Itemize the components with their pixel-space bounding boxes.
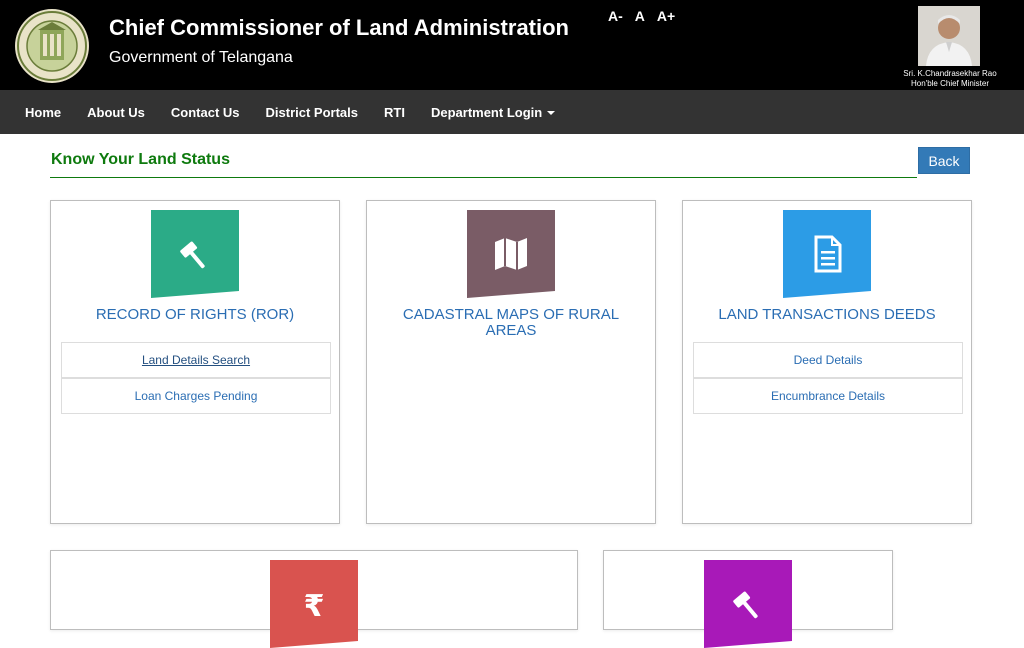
land-details-search-label: Land Details Search — [141, 353, 251, 367]
site-header: Chief Commissioner of Land Administratio… — [0, 0, 1024, 90]
land-details-search-link[interactable]: Land Details Search — [61, 342, 331, 378]
site-subtitle: Government of Telangana — [109, 49, 293, 66]
nav-home[interactable]: Home — [12, 105, 74, 120]
card-icon-tile — [783, 210, 871, 298]
font-increase-button[interactable]: A+ — [657, 8, 675, 24]
document-icon — [814, 235, 842, 273]
card-revenue[interactable]: ₹ — [50, 550, 578, 648]
nav-department-login-label: Department Login — [430, 104, 543, 120]
site-title: Chief Commissioner of Land Administratio… — [109, 15, 569, 40]
card-title: RECORD OF RIGHTS (ROR) — [95, 306, 295, 323]
font-reset-button[interactable]: A — [635, 8, 645, 24]
card-land-transactions-deeds: LAND TRANSACTIONS DEEDS Deed Details Enc… — [682, 200, 972, 524]
card-icon-tile: ₹ — [270, 560, 358, 648]
page-title: Know Your Land Status — [51, 151, 230, 168]
back-button[interactable]: Back — [918, 147, 970, 174]
nav-rti[interactable]: RTI — [371, 105, 418, 120]
loan-charges-pending-label: Loan Charges Pending — [134, 389, 258, 403]
nav-district-portals[interactable]: District Portals — [253, 105, 371, 120]
nav-contact-us[interactable]: Contact Us — [158, 105, 253, 120]
chief-minister-name: Sri. K.Chandrasekhar Rao — [903, 69, 997, 78]
svg-text:₹: ₹ — [304, 589, 325, 624]
loan-charges-pending-link[interactable]: Loan Charges Pending — [61, 378, 331, 414]
chief-minister-caption: Sri. K.Chandrasekhar Rao Hon'ble Chief M… — [880, 69, 1020, 89]
encumbrance-details-label: Encumbrance Details — [770, 389, 886, 403]
card-title: LAND TRANSACTIONS DEEDS — [718, 306, 936, 323]
chief-minister-photo — [918, 6, 980, 66]
card-cadastral-maps[interactable]: CADASTRAL MAPS OF RURAL AREAS — [366, 200, 656, 524]
card-court-cases[interactable] — [603, 550, 893, 648]
deed-details-label: Deed Details — [793, 353, 863, 367]
rupee-icon: ₹ — [304, 589, 325, 624]
state-emblem-logo[interactable] — [14, 8, 90, 84]
card-icon-tile — [467, 210, 555, 298]
gavel-icon — [180, 241, 205, 269]
deed-details-link[interactable]: Deed Details — [693, 342, 963, 378]
card-icon-tile — [704, 560, 792, 648]
chevron-down-icon — [547, 111, 556, 116]
font-decrease-button[interactable]: A- — [608, 8, 623, 24]
font-size-controls: A- A A+ — [608, 8, 675, 24]
card-record-of-rights: RECORD OF RIGHTS (ROR) Land Details Sear… — [50, 200, 340, 524]
nav-about-us[interactable]: About Us — [74, 105, 158, 120]
gavel-icon — [733, 591, 758, 619]
chief-minister-designation: Hon'ble Chief Minister — [910, 79, 989, 88]
encumbrance-details-link[interactable]: Encumbrance Details — [693, 378, 963, 414]
card-icon-tile — [151, 210, 239, 298]
divider — [50, 177, 917, 178]
card-title: CADASTRAL MAPS OF RURAL AREAS — [402, 306, 620, 339]
main-nav: Home About Us Contact Us District Portal… — [0, 90, 1024, 134]
map-icon — [495, 238, 527, 270]
nav-department-login[interactable]: Department Login — [418, 105, 568, 120]
